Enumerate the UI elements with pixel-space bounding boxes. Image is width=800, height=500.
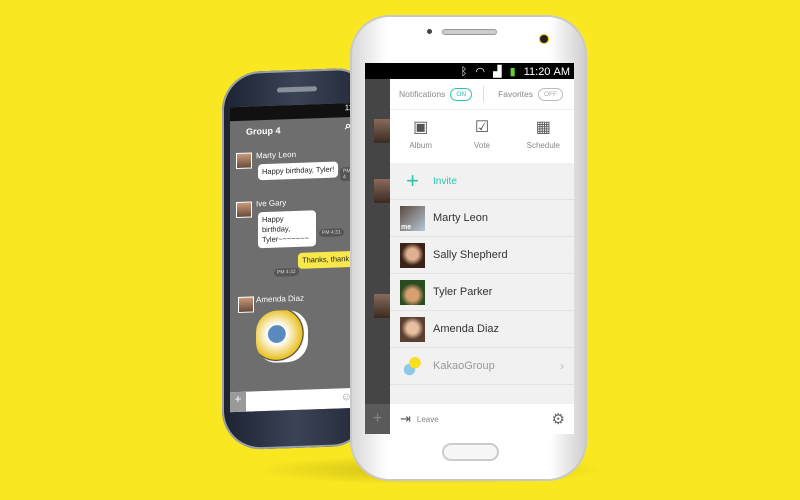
chat-title[interactable]: Group 4: [246, 125, 281, 136]
favorites-label: Favorites: [498, 89, 534, 99]
notifications-label: Notifications: [399, 89, 446, 99]
favorites-toggle[interactable]: OFF: [538, 87, 564, 101]
avatar[interactable]: [236, 152, 252, 170]
member-row[interactable]: Sally Shepherd: [390, 237, 574, 274]
avatar: [400, 316, 425, 342]
avatar: [374, 294, 390, 318]
vote-button[interactable]: ☑ Vote: [451, 110, 512, 163]
signal-icon: ▟: [493, 66, 502, 78]
album-label: Album: [409, 141, 432, 150]
kakaogroup-link[interactable]: KakaoGroup ›: [390, 348, 574, 385]
invite-label: Invite: [433, 175, 457, 187]
chat-header: Group 4 ⌕: [230, 117, 356, 143]
message-time: PM 4:31: [319, 228, 344, 238]
schedule-label: Schedule: [526, 141, 560, 150]
message-bubble[interactable]: Happy birthday, Tyler!: [258, 161, 339, 181]
member-row[interactable]: me Marty Leon: [390, 200, 574, 237]
sender-name: Ive Gary: [256, 198, 287, 209]
kakaogroup-label: KakaoGroup: [433, 360, 495, 372]
member-name: Marty Leon: [433, 212, 489, 224]
chat-screen: 11 Group 4 ⌕ Marty Leon Happy birthday, …: [230, 102, 356, 413]
avatar[interactable]: [236, 201, 252, 219]
front-camera: [540, 35, 548, 43]
member-name: Amenda Diaz: [433, 323, 500, 335]
vote-label: Vote: [473, 141, 490, 150]
message-bubble-own[interactable]: Thanks, thank y... How did you to...: [298, 250, 356, 269]
sensor: [427, 29, 432, 34]
chevron-right-icon: ›: [560, 359, 564, 373]
plus-icon[interactable]: +: [365, 404, 390, 434]
invite-button[interactable]: + Invite: [390, 163, 574, 200]
speaker: [277, 86, 317, 93]
plus-icon: +: [406, 168, 419, 193]
sticker-image: [256, 309, 308, 364]
wifi-icon: ◠: [475, 66, 485, 78]
tools-row: ▣ Album ☑ Vote ▦ Schedule: [390, 109, 574, 163]
me-badge: me: [401, 223, 412, 231]
avatar[interactable]: [238, 296, 254, 313]
plus-icon[interactable]: +: [230, 391, 246, 413]
screen: ᛒ ◠ ▟ ▮ 11:20 AM + Notifications ON Favo…: [365, 63, 574, 434]
chat-menu-panel: Notifications ON Favorites OFF ▣ Album ☑ V…: [390, 79, 574, 434]
member-row[interactable]: Tyler Parker: [390, 274, 574, 311]
battery-icon: ▮: [509, 66, 516, 78]
home-button[interactable]: [442, 443, 499, 461]
gear-icon[interactable]: ⚙: [552, 410, 565, 428]
bottom-bar: ⇥ Leave ⚙: [390, 404, 574, 434]
album-icon: ▣: [413, 119, 429, 136]
avatar: [374, 119, 390, 143]
sender-name: Marty Leon: [256, 149, 297, 161]
calendar-icon: ▦: [535, 119, 551, 136]
schedule-button[interactable]: ▦ Schedule: [513, 110, 574, 163]
divider: [483, 86, 485, 102]
dimmed-chat[interactable]: +: [365, 79, 390, 434]
member-name: Sally Shepherd: [433, 249, 508, 261]
front-phone: ᛒ ◠ ▟ ▮ 11:20 AM + Notifications ON Favo…: [350, 15, 587, 481]
leave-button[interactable]: Leave: [417, 415, 439, 424]
leave-icon[interactable]: ⇥: [400, 411, 411, 427]
bluetooth-icon: ᛒ: [460, 66, 468, 78]
avatar: me: [400, 205, 425, 231]
sender-name: Amenda Diaz: [256, 293, 305, 305]
message-time: PM 4:32: [274, 267, 299, 277]
message-input[interactable]: + ☺: [230, 387, 356, 413]
notifications-toggle[interactable]: ON: [450, 87, 473, 101]
speaker: [442, 29, 497, 35]
back-phone: 11 Group 4 ⌕ Marty Leon Happy birthday, …: [222, 67, 367, 451]
member-row[interactable]: Amenda Diaz: [390, 311, 574, 348]
vote-icon: ☑: [474, 119, 490, 136]
avatar: [400, 279, 425, 305]
member-name: Tyler Parker: [433, 286, 493, 298]
kakaogroup-icon: [400, 353, 425, 379]
message-bubble[interactable]: Happy birthday, Tyler~~~~~~~: [258, 210, 316, 249]
avatar: [374, 179, 390, 203]
toggle-row: Notifications ON Favorites OFF: [390, 79, 574, 109]
status-bar: ᛒ ◠ ▟ ▮ 11:20 AM: [365, 63, 574, 79]
avatar: [400, 242, 425, 268]
status-time: 11:20 AM: [523, 66, 570, 78]
album-button[interactable]: ▣ Album: [390, 110, 451, 163]
